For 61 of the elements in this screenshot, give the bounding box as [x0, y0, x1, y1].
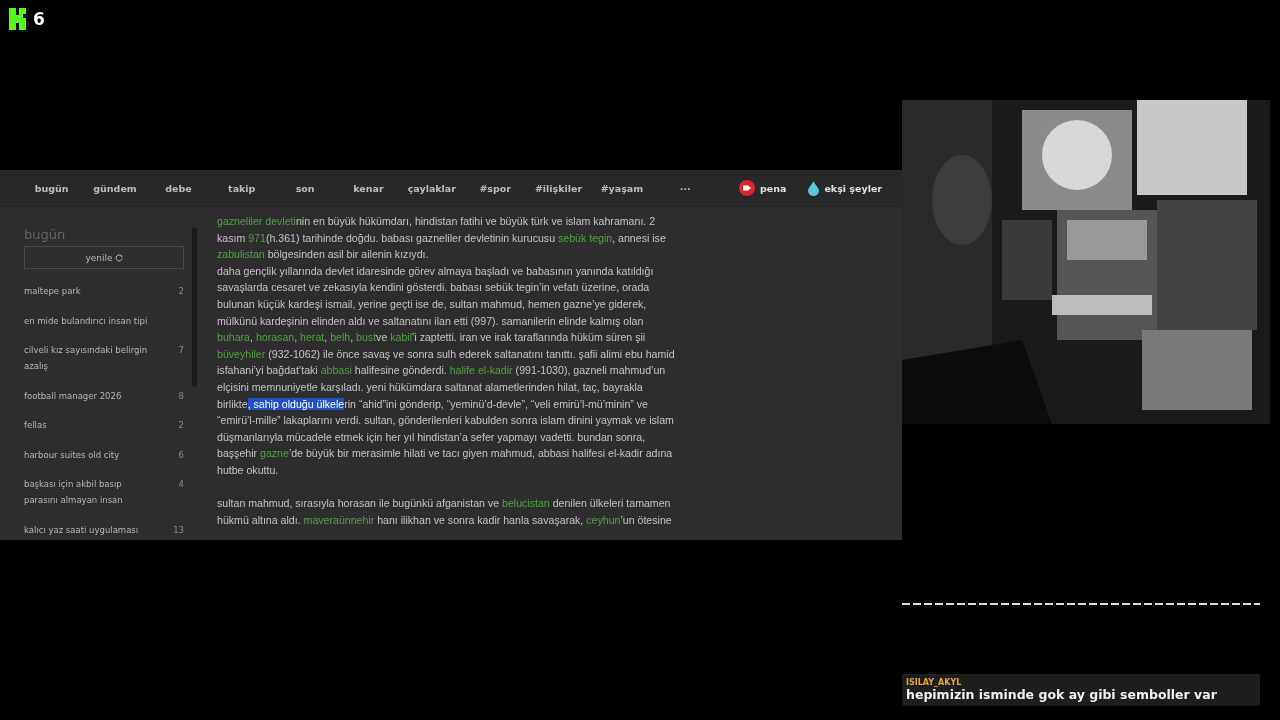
nav-link[interactable]: çaylaklar: [400, 182, 464, 194]
entry-count: 6: [178, 448, 184, 462]
refresh-button[interactable]: yenile: [24, 246, 184, 269]
topic-link[interactable]: zabulistan: [217, 248, 265, 261]
drop-icon: [808, 180, 820, 196]
eksi-seyler-link[interactable]: ekşi şeyler: [808, 180, 883, 196]
topic-link[interactable]: abbasi: [320, 364, 352, 377]
topic-link[interactable]: ceyhun: [586, 513, 621, 526]
nav-link[interactable]: ···: [653, 182, 717, 194]
topic-item[interactable]: başkası için akbil basıp parasını almayan insan 4: [24, 476, 184, 508]
logo-icon: [9, 8, 29, 30]
nav-link[interactable]: debe: [146, 182, 211, 194]
play-icon: [738, 180, 755, 196]
entry-count: 7: [178, 344, 184, 357]
topic-link[interactable]: kabil: [390, 331, 412, 344]
entry-count: 2: [178, 419, 184, 432]
topic-link[interactable]: gazne: [260, 447, 289, 460]
topic-item[interactable]: harbour suites old city 6: [24, 446, 184, 463]
pena-link[interactable]: pena: [738, 180, 787, 196]
nav-link[interactable]: #spor: [463, 182, 527, 194]
topic-title: harbour suites old city: [24, 448, 120, 462]
topic-title: en mide bulandırıcı insan tipi: [24, 314, 148, 328]
nav-link[interactable]: gündem: [83, 182, 147, 194]
viewer-count: 6: [33, 8, 45, 30]
chat-username: ISILAY_AKYL: [906, 678, 963, 687]
entry-count: 13: [173, 523, 184, 537]
entry-count: 8: [178, 389, 184, 403]
topic-link[interactable]: bust: [356, 331, 377, 344]
topic-link[interactable]: maveraünnehir: [303, 513, 375, 526]
topic-title: kalıcı yaz saati uygulaması: [24, 523, 139, 537]
nav-link[interactable]: takip: [210, 182, 274, 194]
topic-item[interactable]: maltepe park 2: [24, 283, 184, 299]
topic-title: maltepe park: [24, 285, 81, 298]
topic-link[interactable]: belucistan: [502, 497, 550, 510]
topic-link[interactable]: gazneliler devleti: [217, 215, 296, 227]
topic-item[interactable]: cilveli kız sayısındaki belirgin azalış 7: [24, 342, 184, 374]
entry-paragraph: sultan mahmud, sırasıyla horasan ile bugünkü afganistan ve belucistan denilen ülkeleri tamamen hükmü altına aldı. maveraünnehir hanı ilikhan ve sonra kadir hanla savaşarak, ceyhun’un ötesine: [217, 496, 673, 528]
topic-item[interactable]: en mide bulandırıcı insan tipi: [24, 312, 184, 329]
chat-text: hepimizin isminde gok ay gibi semboller var: [906, 687, 1218, 702]
nav-link[interactable]: bugün: [20, 182, 84, 194]
topic-title: başkası için akbil basıp parasını almayan insan: [24, 478, 124, 507]
nav-link[interactable]: son: [273, 182, 337, 194]
topic-item[interactable]: fellas 2: [24, 417, 184, 433]
topic-link[interactable]: buhara: [217, 331, 250, 344]
entry-count: 4: [178, 478, 184, 491]
sidebar-title: bugün: [24, 227, 67, 242]
topic-item[interactable]: kalıcı yaz saati uygulaması 13: [24, 521, 184, 538]
topic-title: cilveli kız sayısındaki belirgin azalış: [24, 344, 149, 373]
entry-count: 2: [178, 285, 184, 298]
topic-link[interactable]: büveyhiler: [217, 347, 266, 360]
topic-title: football manager 2026: [24, 389, 122, 403]
nav-link[interactable]: kenar: [336, 182, 401, 194]
topic-link[interactable]: halife el-kadir: [449, 364, 513, 377]
refresh-icon: [114, 253, 123, 262]
topic-title: fellas: [24, 419, 47, 432]
entry-paragraph: daha gençlik yıllarında devlet idaresinde görev almaya başladı ve babasının yanında katıldığı savaşlarda cesaret ve zekasıyla kendini gösterdi. babası sebük tegin’in vefatı üzerine, orada bulunan küçük kardeşi ismail, yerine geçti ise de, sultan mahmud, hemen gazne’ye giderek, mülkünü kardeşinin elinden aldı ve saltanatını ilan etti (997). samanilerin elinde kalmış olan buhara, horasan, herat, belh, bustve kabil’i zaptetti. iran ve irak taraflarında hüküm süren şii büveyhiler (932-1062) ile önce savaş ve sonra sulh ederek saltanatını tanıttı. şafii alimi ebu hamid isfahani’yi bağdat’taki abbasi halifesine gönderdi. halife el-kadir (991-1030), gazneli mahmud’un elçisini memnuniyetle karşıladı. yeni hükümdara saltanat alametlerinden hilat, taç, bayrakla birlikte, sahip olduğu ülkelerin “ahid”ini gönderip, “yeminü’d-devle”, “veli emirü’l-mü’minin” ve “emirü’l-mille” lakaplarını verdi. sultan, gönderilenleri kabulden sonra islam dinini yaymak ve islam düşmanlarıyla mücadele etmek için her yıl hindistan’a sefer yapmayı vadetti. bundan sonra, başşehir gazne’de büyük bir merasimle hilati ve tacı giyen mahmud, abbasi halifesi el-kadir adına hutbe okuttu.: [217, 263, 676, 478]
nav-link[interactable]: #yaşam: [590, 182, 654, 194]
topic-link[interactable]: 971: [248, 231, 266, 244]
nav-link[interactable]: #ilişkiler: [526, 182, 591, 194]
entry-paragraph: gazneliler devletinin en büyük hükümdarı, hindistan fatihi ve büyük türk ve islam kahramanı. 2 kasım 971(h.361) tarihinde doğdu. babası gazneliler devletinin kurucusu sebük tegin, annesi ise zabulistan bölgesinden asil bir ailenin kızıydı.: [217, 214, 667, 263]
topic-item[interactable]: football manager 2026 8: [24, 387, 184, 404]
